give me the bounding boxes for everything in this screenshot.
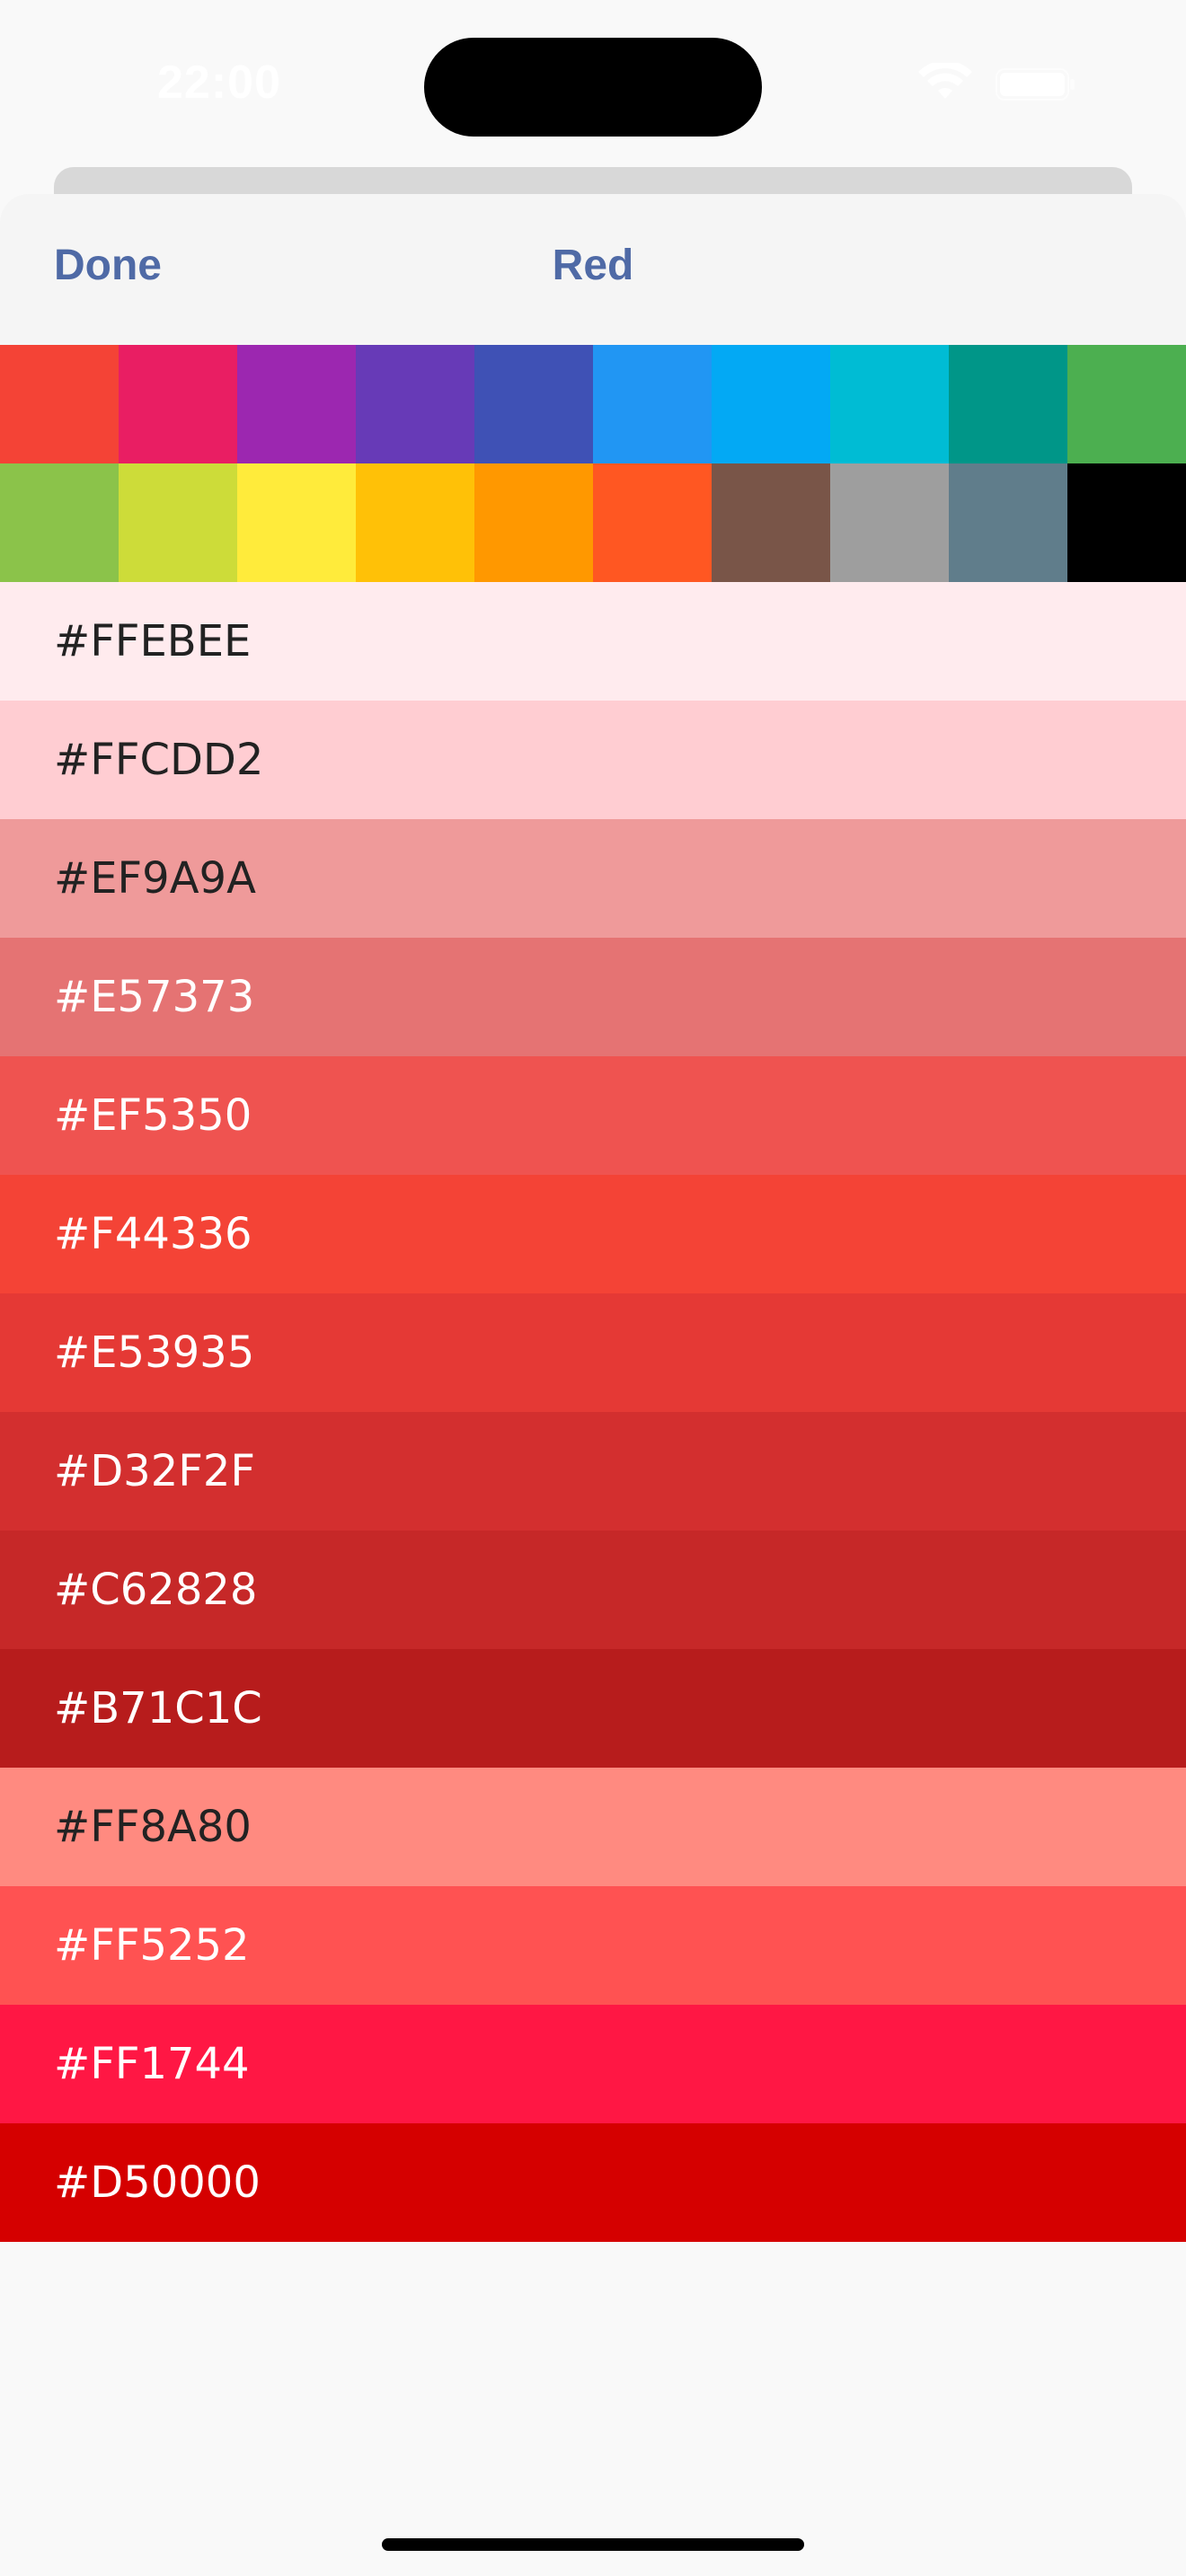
shade-label: #F44336: [54, 1209, 252, 1259]
palette-swatch[interactable]: [712, 463, 830, 582]
palette-swatch[interactable]: [356, 463, 474, 582]
shade-row[interactable]: #E53935: [0, 1293, 1186, 1412]
shade-label: #FFEBEE: [54, 616, 252, 666]
color-palette: [0, 345, 1186, 582]
dynamic-island: [424, 38, 762, 137]
palette-swatch[interactable]: [712, 345, 830, 463]
palette-swatch[interactable]: [949, 345, 1067, 463]
shade-row[interactable]: #FF5252: [0, 1886, 1186, 2005]
shade-row[interactable]: #F44336: [0, 1175, 1186, 1293]
palette-swatch[interactable]: [119, 463, 237, 582]
shade-row[interactable]: #EF9A9A: [0, 819, 1186, 938]
shade-label: #FF1744: [54, 2039, 250, 2089]
shade-label: #D50000: [54, 2157, 261, 2208]
palette-swatch[interactable]: [593, 463, 712, 582]
shade-row[interactable]: #D32F2F: [0, 1412, 1186, 1531]
nav-bar: Done Red: [0, 194, 1186, 345]
shade-label: #EF5350: [54, 1090, 252, 1141]
shade-row[interactable]: #FF1744: [0, 2005, 1186, 2123]
shade-row[interactable]: #B71C1C: [0, 1649, 1186, 1768]
palette-swatch[interactable]: [119, 345, 237, 463]
palette-swatch[interactable]: [474, 345, 593, 463]
wifi-icon: [918, 63, 972, 99]
palette-swatch[interactable]: [0, 345, 119, 463]
shade-label: #E53935: [54, 1328, 255, 1378]
shade-row[interactable]: #EF5350: [0, 1056, 1186, 1175]
shade-label: #C62828: [54, 1565, 258, 1615]
shade-list: #FFEBEE #FFCDD2 #EF9A9A #E57373 #EF5350 #F443…: [0, 582, 1186, 2242]
shade-label: #D32F2F: [54, 1446, 256, 1496]
palette-swatch[interactable]: [593, 345, 712, 463]
palette-swatch[interactable]: [356, 345, 474, 463]
status-bar: 22:00: [0, 0, 1186, 171]
palette-swatch[interactable]: [1067, 463, 1186, 582]
shade-label: #EF9A9A: [54, 853, 256, 904]
shade-row[interactable]: #FFEBEE: [0, 582, 1186, 701]
palette-swatch[interactable]: [237, 463, 356, 582]
shade-label: #FFCDD2: [54, 735, 264, 785]
palette-swatch[interactable]: [949, 463, 1067, 582]
nav-title: Red: [552, 242, 634, 289]
battery-icon: [996, 68, 1075, 101]
palette-swatch[interactable]: [237, 345, 356, 463]
shade-row[interactable]: #FF8A80: [0, 1768, 1186, 1886]
shade-label: #B71C1C: [54, 1683, 262, 1734]
shade-row[interactable]: #E57373: [0, 938, 1186, 1056]
shade-label: #FF5252: [54, 1920, 250, 1971]
status-time: 22:00: [157, 57, 281, 109]
palette-swatch[interactable]: [1067, 345, 1186, 463]
palette-swatch[interactable]: [830, 345, 949, 463]
shade-row[interactable]: #D50000: [0, 2123, 1186, 2242]
palette-swatch[interactable]: [830, 463, 949, 582]
color-picker-sheet: Done Red #FFEBEE #FFCDD2 #EF9A9A #E57373 #EF…: [0, 194, 1186, 2576]
palette-swatch[interactable]: [474, 463, 593, 582]
shade-row[interactable]: #FFCDD2: [0, 701, 1186, 819]
shade-row[interactable]: #C62828: [0, 1531, 1186, 1649]
palette-swatch[interactable]: [0, 463, 119, 582]
shade-label: #E57373: [54, 972, 255, 1022]
home-indicator[interactable]: [382, 2538, 804, 2551]
shade-label: #FF8A80: [54, 1802, 252, 1852]
